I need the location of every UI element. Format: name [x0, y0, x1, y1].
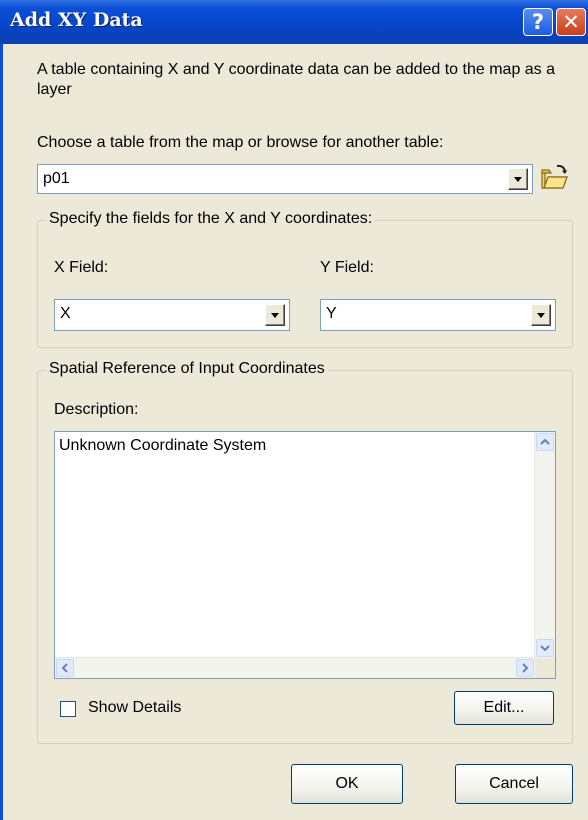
- window-title: Add XY Data: [10, 9, 143, 31]
- vertical-scrollbar[interactable]: [534, 432, 555, 658]
- open-folder-icon[interactable]: [539, 162, 571, 194]
- horizontal-scrollbar[interactable]: [55, 657, 535, 678]
- description-text: Unknown Coordinate System: [59, 437, 267, 454]
- y-field-select[interactable]: Y: [320, 299, 556, 331]
- y-field-label: Y Field:: [320, 259, 374, 276]
- edit-button[interactable]: Edit...: [454, 691, 554, 725]
- x-field-select[interactable]: X: [54, 299, 290, 331]
- table-select[interactable]: p01: [37, 164, 533, 194]
- help-icon: ?: [531, 10, 545, 34]
- show-details-checkbox[interactable]: [60, 701, 76, 717]
- spatial-reference-group: Spatial Reference of Input Coordinates D…: [37, 360, 573, 744]
- help-button[interactable]: ?: [523, 8, 553, 36]
- description-textarea[interactable]: Unknown Coordinate System: [54, 431, 556, 679]
- ok-button-label: OK: [335, 775, 359, 792]
- intro-text: A table containing X and Y coordinate da…: [37, 61, 556, 98]
- ok-button[interactable]: OK: [291, 764, 403, 804]
- show-details-label[interactable]: Show Details: [88, 699, 181, 717]
- dialog-body: A table containing X and Y coordinate da…: [0, 44, 588, 820]
- cancel-button[interactable]: Cancel: [455, 764, 573, 804]
- cancel-button-label: Cancel: [489, 775, 539, 792]
- title-bar[interactable]: Add XY Data ? ✕: [0, 0, 588, 44]
- table-select-value: p01: [43, 170, 70, 187]
- chevron-down-icon[interactable]: [508, 168, 528, 190]
- table-prompt-label: Choose a table from the map or browse fo…: [37, 134, 444, 151]
- close-icon: ✕: [562, 10, 580, 34]
- chevron-right-icon[interactable]: [516, 659, 534, 677]
- chevron-down-icon[interactable]: [531, 304, 551, 326]
- edit-button-label: Edit...: [483, 699, 525, 716]
- fields-group-title: Specify the fields for the X and Y coord…: [46, 210, 376, 228]
- scrollbar-corner: [535, 658, 555, 678]
- description-label: Description:: [54, 401, 139, 418]
- chevron-down-icon[interactable]: [536, 639, 554, 657]
- chevron-up-icon[interactable]: [536, 433, 554, 451]
- chevron-left-icon[interactable]: [56, 659, 74, 677]
- close-button[interactable]: ✕: [556, 8, 586, 36]
- y-field-value: Y: [326, 305, 337, 322]
- x-field-value: X: [60, 305, 71, 322]
- chevron-down-icon[interactable]: [265, 304, 285, 326]
- fields-group: Specify the fields for the X and Y coord…: [37, 210, 573, 348]
- x-field-label: X Field:: [54, 259, 109, 276]
- spatial-reference-title: Spatial Reference of Input Coordinates: [46, 360, 328, 378]
